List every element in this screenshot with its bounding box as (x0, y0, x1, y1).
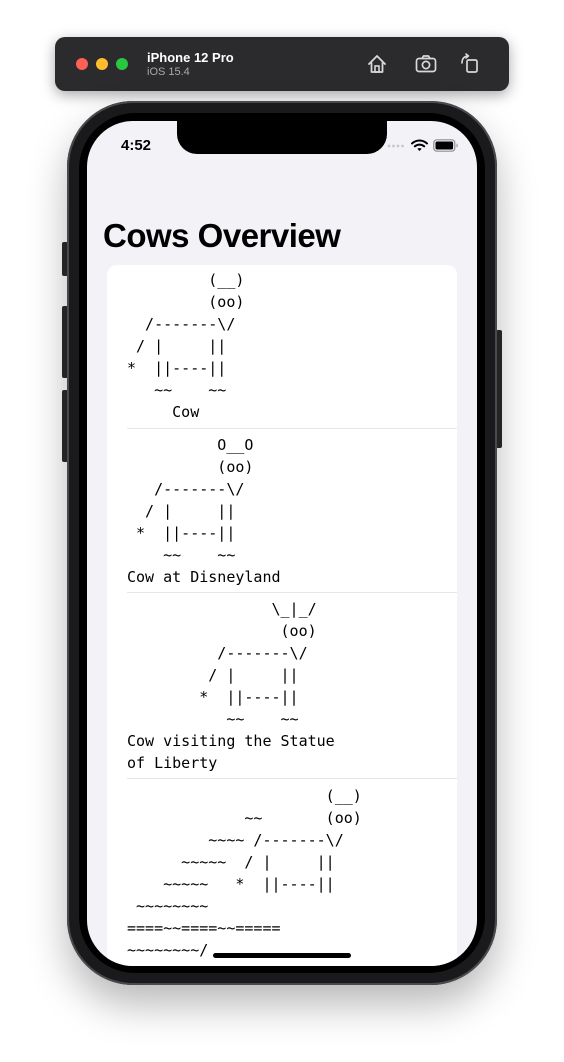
cow-ascii-art: (__) (oo) /-------\/ / | || * ||----|| ~… (127, 271, 245, 421)
wifi-icon (411, 139, 428, 151)
page-title: Cows Overview (103, 217, 341, 254)
simulator-title-bar: iPhone 12 Pro iOS 15.4 (55, 37, 509, 91)
rotate-icon (461, 53, 478, 73)
home-icon (368, 55, 386, 73)
simulator-window: iPhone 12 Pro iOS 15.4 4:52 Cows Overvie… (0, 0, 564, 1062)
minimize-window-button[interactable] (96, 58, 108, 70)
screenshot-button[interactable] (413, 51, 439, 77)
screenshot-icon (415, 55, 437, 73)
list-item-cow[interactable]: (__) (oo) /-------\/ / | || * ||----|| ~… (107, 265, 457, 429)
os-version: iOS 15.4 (147, 66, 190, 78)
home-button[interactable] (364, 51, 390, 77)
status-time: 4:52 (121, 137, 152, 154)
status-icons (387, 139, 463, 153)
list-item-cow-at-disneyland[interactable]: O__O (oo) /-------\/ / | || * ||----|| ~… (107, 429, 457, 593)
phone-screen: 4:52 Cows Overview (__) (oo) /-------\/ … (87, 121, 477, 966)
rotate-button[interactable] (457, 51, 483, 77)
device-name: iPhone 12 Pro (147, 50, 234, 65)
cows-list[interactable]: (__) (oo) /-------\/ / | || * ||----|| ~… (107, 265, 457, 966)
zoom-window-button[interactable] (116, 58, 128, 70)
notch (177, 121, 387, 154)
home-indicator[interactable] (213, 953, 351, 958)
close-window-button[interactable] (76, 58, 88, 70)
cellular-dots-icon (387, 144, 404, 148)
battery-icon (433, 139, 458, 152)
list-item-cow-surfing[interactable]: (__) ~~ (oo) ~~~~ /-------\/ ~~~~~ / | |… (107, 779, 457, 966)
cow-ascii-art: O__O (oo) /-------\/ / | || * ||----|| ~… (127, 436, 281, 586)
cow-ascii-art: \_|_/ (oo) /-------\/ / | || * ||----|| … (127, 600, 335, 772)
list-item-cow-statue-of-liberty[interactable]: \_|_/ (oo) /-------\/ / | || * ||----|| … (107, 593, 457, 779)
cow-ascii-art: (__) ~~ (oo) ~~~~ /-------\/ ~~~~~ / | |… (127, 787, 362, 959)
